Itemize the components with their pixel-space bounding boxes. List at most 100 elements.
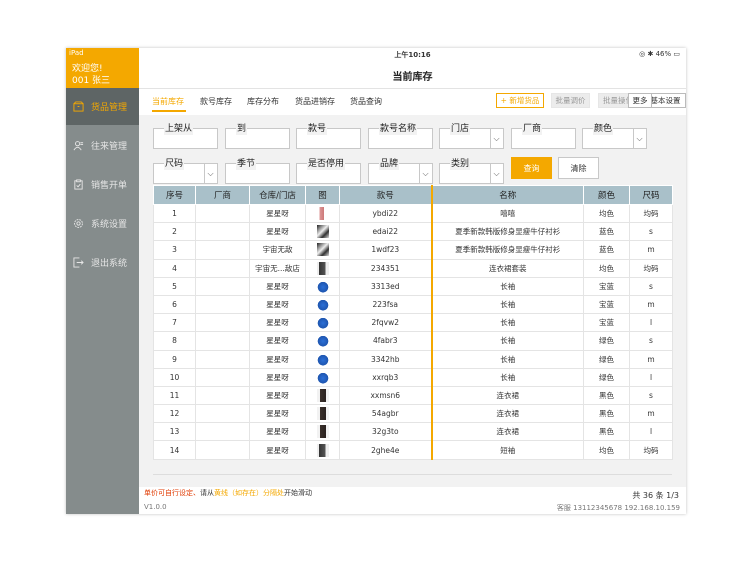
sidebar-item-label: 销售开单 <box>91 181 128 191</box>
table-row[interactable]: 14 星星呀 2ghe4e 短袖 均色 均码 <box>153 440 673 460</box>
column-header[interactable]: 名称 <box>430 185 584 205</box>
thumbnail-cell <box>305 240 340 260</box>
chevron-down-icon: ⌵ <box>633 129 645 148</box>
box-icon <box>73 101 84 112</box>
table-cell: 2 <box>153 222 196 242</box>
shelf-to-field[interactable]: 到 <box>225 124 290 149</box>
style-number-field[interactable]: 款号 <box>296 124 361 149</box>
field-label: 颜色 <box>593 124 614 135</box>
table-cell: 黑色 <box>583 404 630 424</box>
table-cell: 宇宙无...敌店 <box>249 258 306 278</box>
table-cell: 星星呀 <box>249 294 306 315</box>
user-info: 001 张三 <box>72 76 111 86</box>
vendor-field[interactable]: 厂商 <box>511 124 576 149</box>
table-cell: m <box>629 294 673 315</box>
table-row[interactable]: 4 宇宙无...敌店 234351 连衣裙套装 均色 均码 <box>153 258 673 278</box>
column-header[interactable]: 款号 <box>339 185 432 205</box>
field-label: 尺码 <box>164 159 185 170</box>
table-cell: 连衣裙 <box>430 404 584 424</box>
store-select[interactable]: 门店 ⌵ <box>439 124 504 149</box>
table-cell: m <box>629 349 673 369</box>
table-row[interactable]: 2 星星呀 edai22 夏季新款韩版修身显瘦牛仔衬衫 蓝色 s <box>153 222 673 242</box>
column-header[interactable]: 尺码 <box>629 185 673 205</box>
column-header[interactable]: 图 <box>305 185 340 205</box>
table-row[interactable]: 6 星星呀 223fsa 长袖 宝蓝 m <box>153 294 673 315</box>
table-cell: 均码 <box>629 440 673 460</box>
tab-goods-query[interactable]: 货品查询 <box>350 96 382 107</box>
field-label: 是否停用 <box>307 159 346 170</box>
hint-part: 黄线（如存在）分隔处 <box>214 489 284 497</box>
table-row[interactable]: 1 星星呀 ybdi22 嘻嘻 均色 均码 <box>153 203 673 224</box>
column-header[interactable]: 厂商 <box>195 185 250 205</box>
table-cell: 8 <box>153 331 196 351</box>
pagination[interactable]: 共 36 条 1/3 <box>632 490 679 501</box>
tab-stock-distribution[interactable]: 库存分布 <box>247 96 279 107</box>
table-cell: 嘻嘻 <box>430 203 584 224</box>
field-label: 季节 <box>236 159 257 170</box>
table-cell: 黑色 <box>583 385 630 406</box>
table-cell: ybdi22 <box>339 203 432 224</box>
style-name-field[interactable]: 款号名称 <box>368 124 433 149</box>
add-goods-button[interactable]: + 新增货品 <box>496 93 544 108</box>
tab-goods-flow[interactable]: 货品进销存 <box>295 96 335 107</box>
table-cell: l <box>629 422 673 442</box>
table-row[interactable]: 8 星星呀 4fabr3 长袖 绿色 s <box>153 331 673 351</box>
table-cell: 均码 <box>629 258 673 278</box>
table-cell: 绿色 <box>583 349 630 369</box>
tab-style-stock[interactable]: 款号库存 <box>200 96 232 107</box>
table-row[interactable]: 12 星星呀 54agbr 连衣裙 黑色 m <box>153 404 673 424</box>
brand-select[interactable]: 品牌 ⌵ <box>368 159 433 184</box>
table-cell: l <box>629 313 673 333</box>
thumbnail-cell <box>305 294 340 315</box>
sidebar-item-sales[interactable]: 销售开单 <box>66 166 139 203</box>
table-row[interactable]: 10 星星呀 xxrqb3 长袖 绿色 l <box>153 367 673 387</box>
disabled-field[interactable]: 是否停用 <box>296 159 361 184</box>
table-cell: 蓝色 <box>583 240 630 260</box>
column-header[interactable]: 序号 <box>153 185 196 205</box>
sidebar: iPad 欢迎您! 001 张三 货品管理 往来管理 销售开单 系统设置 退出系… <box>66 48 139 514</box>
color-select[interactable]: 颜色 ⌵ <box>582 124 647 149</box>
table-row[interactable]: 7 星星呀 2fqvw2 长袖 宝蓝 l <box>153 313 673 333</box>
table-cell: s <box>629 331 673 351</box>
table-cell: 10 <box>153 367 196 387</box>
chevron-down-icon: ⌵ <box>419 164 431 183</box>
product-thumbnail <box>316 352 329 366</box>
table-row[interactable]: 3 宇宙无敌 1wdf23 夏季新款韩版修身显瘦牛仔衬衫 蓝色 m <box>153 240 673 260</box>
table-cell <box>195 404 250 424</box>
table-cell: 星星呀 <box>249 203 306 224</box>
table-row[interactable]: 13 星星呀 32g3to 连衣裙 黑色 l <box>153 422 673 442</box>
sidebar-item-goods[interactable]: 货品管理 <box>66 88 139 125</box>
column-header[interactable]: 颜色 <box>583 185 630 205</box>
size-select[interactable]: 尺码 ⌵ <box>153 159 218 184</box>
battery-level: 46% <box>655 50 672 58</box>
table-row[interactable]: 11 星星呀 xxmsn6 连衣裙 黑色 s <box>153 385 673 406</box>
table-cell: 连衣裙 <box>430 385 584 406</box>
table-cell: 宝蓝 <box>583 294 630 315</box>
table-cell: 长袖 <box>430 367 584 387</box>
table-row[interactable]: 9 星星呀 3342hb 长袖 绿色 m <box>153 349 673 369</box>
device-frame: iPad 欢迎您! 001 张三 货品管理 往来管理 销售开单 系统设置 退出系… <box>66 48 686 514</box>
table-cell: 9 <box>153 349 196 369</box>
season-field[interactable]: 季节 <box>225 159 290 184</box>
table-cell: 3 <box>153 240 196 260</box>
more-button[interactable]: 更多 <box>628 93 652 108</box>
product-thumbnail <box>316 316 329 330</box>
tab-current-stock[interactable]: 当前库存 <box>152 96 184 107</box>
table-cell: 夏季新款韩版修身显瘦牛仔衬衫 <box>430 240 584 260</box>
sidebar-item-contacts[interactable]: 往来管理 <box>66 127 139 164</box>
category-select[interactable]: 类别 ⌵ <box>439 159 504 184</box>
shelf-from-field[interactable]: 上架从 <box>153 124 218 149</box>
column-header[interactable]: 仓库/门店 <box>249 185 306 205</box>
service-info: 客服 13112345678 192.168.10.159 <box>556 504 680 512</box>
table-cell: 1 <box>153 203 196 224</box>
contacts-icon <box>73 141 84 151</box>
query-button[interactable]: 查询 <box>511 157 552 179</box>
sidebar-item-settings[interactable]: 系统设置 <box>66 205 139 242</box>
batch-price-button[interactable]: 批量调价 <box>551 93 590 108</box>
product-thumbnail <box>316 298 329 312</box>
table-cell: 32g3to <box>339 422 432 442</box>
sidebar-item-exit[interactable]: 退出系统 <box>66 244 139 281</box>
clear-button[interactable]: 清除 <box>558 157 599 179</box>
table-cell: s <box>629 222 673 242</box>
table-row[interactable]: 5 星星呀 3313ed 长袖 宝蓝 s <box>153 276 673 296</box>
